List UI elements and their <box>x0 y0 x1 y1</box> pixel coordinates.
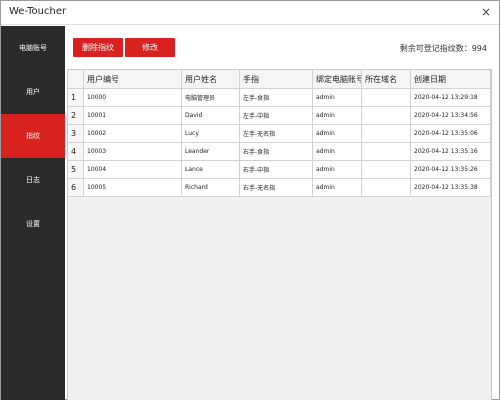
row-index: 5 <box>68 161 84 178</box>
user-name-cell: 电脑管理员 <box>182 89 240 106</box>
user-id-cell: 10005 <box>84 179 182 196</box>
app-window: We-Toucher × 电脑账号 用户 指纹 日志 设置 删除指纹 修改 剩余… <box>0 0 500 400</box>
user-id-cell: 10003 <box>84 143 182 160</box>
domain-cell <box>362 143 411 160</box>
sidebar: 电脑账号 用户 指纹 日志 设置 <box>1 26 65 400</box>
remaining-count: 剩余可登记指纹数：994 <box>399 44 487 53</box>
account-cell: admin <box>313 107 362 124</box>
user-name-cell: Leander <box>182 143 240 160</box>
header-index <box>68 70 84 88</box>
account-cell: admin <box>313 161 362 178</box>
row-index: 1 <box>68 89 84 106</box>
table-row[interactable]: 5 10004 Lance 右手-中指 admin 2020-04-12 13:… <box>68 161 491 179</box>
account-cell: admin <box>313 125 362 142</box>
user-id-cell: 10001 <box>84 107 182 124</box>
sidebar-item-logs[interactable]: 日志 <box>1 158 65 202</box>
sidebar-item-users[interactable]: 用户 <box>1 70 65 114</box>
table-row[interactable]: 2 10001 David 左手-中指 admin 2020-04-12 13:… <box>68 107 491 125</box>
created-date-cell: 2020-04-12 13:35:06 <box>411 125 491 142</box>
finger-cell: 左手-无名指 <box>240 125 313 142</box>
title-bar: We-Toucher × <box>1 1 499 25</box>
row-index: 2 <box>68 107 84 124</box>
sidebar-item-settings[interactable]: 设置 <box>1 202 65 246</box>
domain-cell <box>362 125 411 142</box>
header-bound-account[interactable]: 绑定电脑账号 <box>313 70 362 88</box>
account-cell: admin <box>313 179 362 196</box>
delete-fingerprint-button[interactable]: 删除指纹 <box>73 38 123 57</box>
row-index: 6 <box>68 179 84 196</box>
domain-cell <box>362 107 411 124</box>
finger-cell: 右手-食指 <box>240 143 313 160</box>
created-date-cell: 2020-04-12 13:35:26 <box>411 161 491 178</box>
user-name-cell: David <box>182 107 240 124</box>
user-id-cell: 10004 <box>84 161 182 178</box>
row-index: 4 <box>68 143 84 160</box>
header-created-date[interactable]: 创建日期 <box>411 70 491 88</box>
table-row[interactable]: 1 10000 电脑管理员 左手-食指 admin 2020-04-12 13:… <box>68 89 491 107</box>
user-name-cell: Lance <box>182 161 240 178</box>
row-index: 3 <box>68 125 84 142</box>
header-user-name[interactable]: 用户姓名 <box>182 70 240 88</box>
window-title: We-Toucher <box>9 6 67 17</box>
finger-cell: 左手-食指 <box>240 89 313 106</box>
finger-cell: 左手-中指 <box>240 107 313 124</box>
sidebar-item-computer-account[interactable]: 电脑账号 <box>1 26 65 70</box>
table-row[interactable]: 4 10003 Leander 右手-食指 admin 2020-04-12 1… <box>68 143 491 161</box>
created-date-cell: 2020-04-12 13:35:38 <box>411 179 491 196</box>
header-domain[interactable]: 所在域名 <box>362 70 411 88</box>
finger-cell: 右手-中指 <box>240 161 313 178</box>
sidebar-item-fingerprints[interactable]: 指纹 <box>1 114 65 158</box>
user-id-cell: 10002 <box>84 125 182 142</box>
domain-cell <box>362 161 411 178</box>
account-cell: admin <box>313 143 362 160</box>
fingerprint-table: 用户编号 用户姓名 手指 绑定电脑账号 所在域名 创建日期 1 10000 电脑… <box>67 69 492 400</box>
domain-cell <box>362 89 411 106</box>
edit-button[interactable]: 修改 <box>125 38 175 57</box>
created-date-cell: 2020-04-12 13:34:56 <box>411 107 491 124</box>
finger-cell: 右手-无名指 <box>240 179 313 196</box>
table-row[interactable]: 3 10002 Lucy 左手-无名指 admin 2020-04-12 13:… <box>68 125 491 143</box>
user-name-cell: Lucy <box>182 125 240 142</box>
user-id-cell: 10000 <box>84 89 182 106</box>
table-row[interactable]: 6 10005 Richard 右手-无名指 admin 2020-04-12 … <box>68 179 491 197</box>
created-date-cell: 2020-04-12 13:35:16 <box>411 143 491 160</box>
domain-cell <box>362 179 411 196</box>
header-user-id[interactable]: 用户编号 <box>84 70 182 88</box>
user-name-cell: Richard <box>182 179 240 196</box>
account-cell: admin <box>313 89 362 106</box>
header-finger[interactable]: 手指 <box>240 70 313 88</box>
created-date-cell: 2020-04-12 13:29:18 <box>411 89 491 106</box>
table-header: 用户编号 用户姓名 手指 绑定电脑账号 所在域名 创建日期 <box>68 70 491 89</box>
close-icon[interactable]: × <box>481 4 491 20</box>
